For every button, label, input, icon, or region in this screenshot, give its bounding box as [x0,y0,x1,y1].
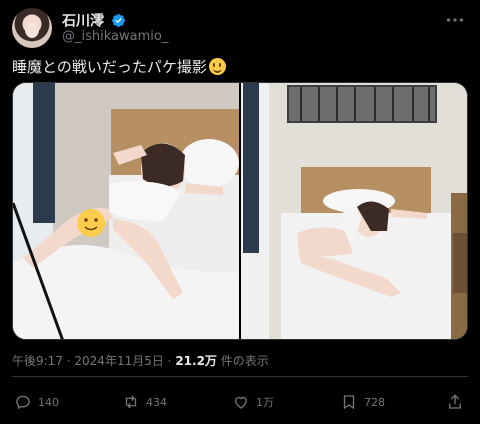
retweet-count: 434 [146,395,167,409]
reply-icon [16,395,30,410]
author-display-name[interactable]: 石川澪 [62,14,104,30]
tweet-date[interactable]: 2024年11月5日 [74,354,163,368]
bookmark-icon [343,395,355,410]
share-icon [449,394,461,409]
author-name-row[interactable]: 石川澪 [62,10,126,31]
verified-badge-icon [112,14,125,27]
tweet-timestamp: 午後9:17 · 2024年11月5日 · 21.2万 件の表示 [12,352,269,369]
view-count: 21.2万 [175,354,217,368]
tweet-text: 睡魔との戦いだったパケ撮影 [12,56,226,77]
smiling-face-emoji-icon [208,58,226,75]
action-bar: 140 434 1万 728 [12,384,468,420]
view-count-suffix: 件の表示 [216,354,269,368]
like-button[interactable]: 1万 [232,392,274,412]
meta-separator-2: · [163,354,176,368]
tweet-text-content: 睡魔との戦いだったパケ撮影 [12,58,207,76]
heart-icon [235,396,247,409]
bookmark-button[interactable]: 728 [340,392,385,412]
author-handle[interactable]: @_ishikawamio_ [62,29,168,44]
bookmark-count: 728 [364,395,385,409]
photo-right-image [241,83,467,339]
media-gallery [12,82,468,340]
photo-left[interactable] [13,83,239,339]
like-count: 1万 [256,396,274,409]
more-icon[interactable] [444,12,466,28]
share-button[interactable] [446,392,470,412]
divider [12,376,468,377]
photo-right[interactable] [241,83,467,339]
retweet-button[interactable]: 434 [122,392,167,412]
meta-separator: · [62,354,75,368]
reply-button[interactable]: 140 [14,392,59,412]
tweet-header: 石川澪 @_ishikawamio_ [12,8,468,48]
tweet-time[interactable]: 午後9:17 [12,354,63,368]
avatar[interactable] [12,8,52,48]
reply-count: 140 [38,395,59,409]
photo-left-image [13,83,239,339]
retweet-icon [125,395,137,409]
